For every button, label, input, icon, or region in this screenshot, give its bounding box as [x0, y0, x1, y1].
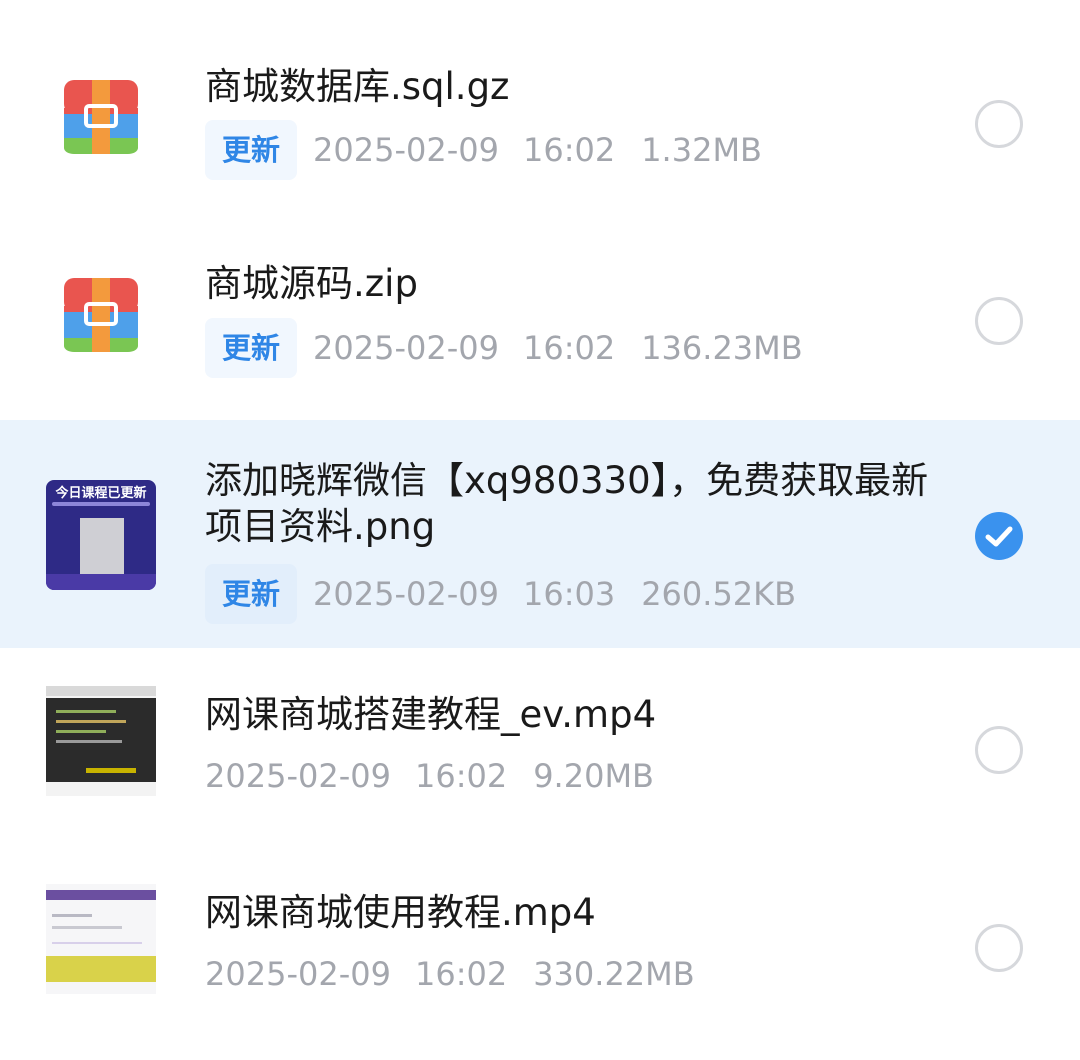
select-radio[interactable] — [975, 100, 1023, 148]
file-row-selected[interactable]: 今日课程已更新 添加晓辉微信【xq980330】，免费获取最新项目资料.png … — [0, 420, 1080, 648]
thumb-code-lines — [56, 730, 106, 733]
file-meta: 更新 2025-02-09 16:03 260.52KB — [205, 564, 796, 624]
thumb-banner — [46, 956, 156, 982]
file-name: 网课商城搭建教程_ev.mp4 — [205, 693, 657, 736]
file-name: 网课商城使用教程.mp4 — [205, 891, 596, 934]
file-size: 1.32MB — [641, 131, 762, 169]
thumb-content-lines — [52, 926, 122, 929]
file-time: 16:02 — [414, 955, 508, 993]
file-date: 2025-02-09 — [313, 575, 499, 613]
file-meta: 更新 2025-02-09 16:02 1.32MB — [205, 120, 762, 180]
file-name: 商城数据库.sql.gz — [205, 65, 510, 108]
file-date: 2025-02-09 — [313, 329, 499, 367]
thumb-top-bar — [46, 686, 156, 696]
archive-icon — [64, 80, 138, 154]
archive-icon — [64, 278, 138, 352]
file-meta: 2025-02-09 16:02 330.22MB — [205, 944, 695, 1004]
file-time: 16:03 — [522, 575, 616, 613]
select-radio[interactable] — [975, 726, 1023, 774]
thumb-footer — [46, 574, 156, 590]
file-size: 330.22MB — [533, 955, 695, 993]
file-name: 添加晓辉微信【xq980330】，免费获取最新项目资料.png — [205, 459, 929, 548]
video-thumbnail — [46, 884, 156, 994]
video-thumbnail — [46, 686, 156, 796]
file-row[interactable]: 网课商城搭建教程_ev.mp4 2025-02-09 16:02 9.20MB — [0, 648, 1080, 848]
thumb-content-lines — [52, 914, 92, 917]
select-radio[interactable] — [975, 924, 1023, 972]
thumb-code-lines — [86, 768, 136, 773]
file-date: 2025-02-09 — [313, 131, 499, 169]
file-size: 136.23MB — [641, 329, 803, 367]
thumb-subtext-lines — [52, 502, 150, 506]
thumb-content-lines — [52, 942, 142, 944]
file-meta: 2025-02-09 16:02 9.20MB — [205, 746, 654, 806]
thumb-code-lines — [56, 710, 116, 713]
thumb-pixelated-area — [80, 518, 124, 578]
file-name: 商城源码.zip — [205, 262, 418, 305]
update-badge: 更新 — [205, 564, 297, 624]
thumb-caption: 今日课程已更新 — [55, 486, 147, 501]
select-radio[interactable] — [975, 297, 1023, 345]
update-badge: 更新 — [205, 120, 297, 180]
file-meta: 更新 2025-02-09 16:02 136.23MB — [205, 318, 803, 378]
file-date: 2025-02-09 — [205, 955, 391, 993]
thumb-top-bar — [46, 890, 156, 900]
file-size: 260.52KB — [641, 575, 797, 613]
file-size: 9.20MB — [533, 757, 654, 795]
file-date: 2025-02-09 — [205, 757, 391, 795]
file-row[interactable]: 商城数据库.sql.gz 更新 2025-02-09 16:02 1.32MB — [0, 0, 1080, 200]
select-radio-checked[interactable] — [975, 512, 1023, 560]
thumb-code-lines — [56, 740, 122, 743]
file-time: 16:02 — [522, 329, 616, 367]
thumb-code-lines — [56, 720, 126, 723]
file-row[interactable]: 网课商城使用教程.mp4 2025-02-09 16:02 330.22MB — [0, 848, 1080, 1060]
file-row[interactable]: 商城源码.zip 更新 2025-02-09 16:02 136.23MB — [0, 200, 1080, 420]
file-time: 16:02 — [414, 757, 508, 795]
file-time: 16:02 — [522, 131, 616, 169]
checkmark-icon — [985, 526, 1013, 547]
image-thumbnail: 今日课程已更新 — [46, 480, 156, 590]
file-list: 商城数据库.sql.gz 更新 2025-02-09 16:02 1.32MB … — [0, 0, 1080, 1060]
update-badge: 更新 — [205, 318, 297, 378]
